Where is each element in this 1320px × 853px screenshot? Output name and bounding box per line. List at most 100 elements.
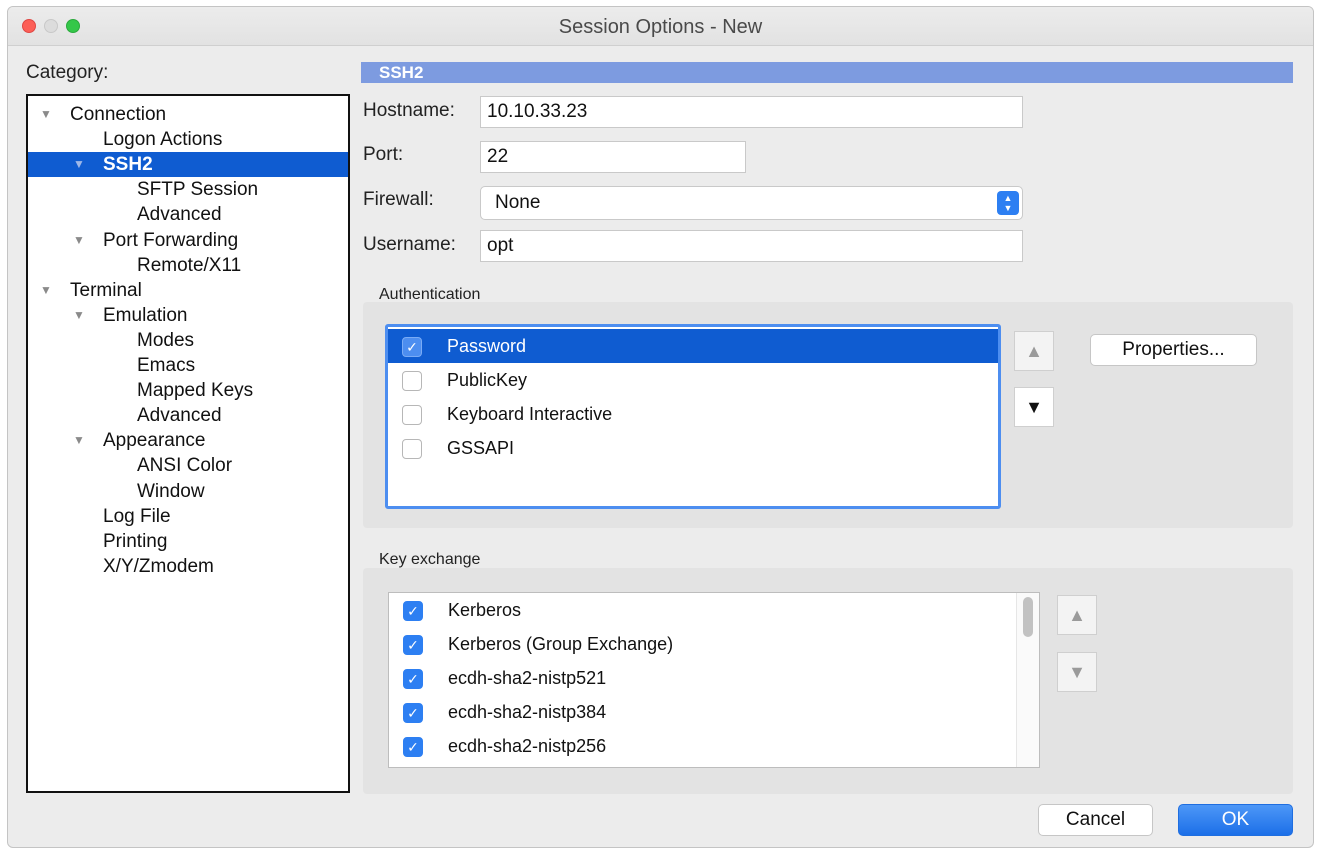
firewall-label: Firewall: [363, 189, 434, 210]
list-item[interactable]: PublicKey [388, 363, 998, 397]
category-item[interactable]: ▼ Port Forwarding [28, 228, 348, 253]
list-item-label: ecdh-sha2-nistp384 [448, 702, 607, 722]
list-item[interactable]: ✓ ecdh-sha2-nistp384 [389, 695, 1039, 729]
list-item[interactable]: ✓ Kerberos (Group Exchange) [389, 627, 1039, 661]
category-item-label: Appearance [103, 430, 206, 452]
category-item[interactable]: ▼ Connection [28, 102, 348, 127]
arrow-down-icon: ▼ [1068, 662, 1086, 682]
username-label: Username: [363, 234, 456, 255]
category-item-label: Mapped Keys [137, 380, 254, 402]
list-item-label: GSSAPI [447, 438, 515, 458]
list-item-label: Keyboard Interactive [447, 404, 613, 424]
title-bar[interactable]: Session Options - New [8, 7, 1313, 46]
category-item[interactable]: ▼ Terminal [28, 278, 348, 303]
category-item[interactable]: ANSI Color [28, 453, 348, 478]
list-item[interactable]: ✓ Password [388, 329, 998, 363]
firewall-select[interactable]: None ▲ ▼ [480, 186, 1023, 220]
category-item-label: Log File [103, 505, 171, 527]
category-item[interactable]: Logon Actions [28, 127, 348, 152]
category-item[interactable]: Advanced [28, 202, 348, 227]
category-item[interactable]: ▼ Emulation [28, 303, 348, 328]
arrow-up-icon: ▲ [1068, 605, 1086, 625]
disclosure-triangle-icon[interactable]: ▼ [40, 278, 52, 303]
category-item-label: Window [137, 480, 205, 502]
list-item-label: Password [447, 336, 527, 356]
list-item-label: Kerberos [448, 600, 522, 620]
category-item-label: Terminal [70, 279, 142, 301]
firewall-select-value: None [495, 192, 541, 213]
auth-move-up-button[interactable]: ▲ [1014, 331, 1054, 371]
authentication-list[interactable]: ✓ Password PublicKey Keyboard Interactive GS… [385, 324, 1001, 509]
category-item-label: ANSI Color [137, 455, 233, 477]
category-item[interactable]: X/Y/Zmodem [28, 554, 348, 579]
kex-move-down-button[interactable]: ▼ [1057, 652, 1097, 692]
category-item-label: SFTP Session [137, 179, 259, 201]
list-item-label: ecdh-sha2-nistp256 [448, 736, 607, 756]
checkbox[interactable]: ✓ [403, 703, 423, 723]
checkbox[interactable]: ✓ [403, 635, 423, 655]
disclosure-triangle-icon[interactable]: ▼ [73, 228, 85, 253]
section-header: SSH2 [361, 62, 1293, 83]
auth-move-down-button[interactable]: ▼ [1014, 387, 1054, 427]
category-item-label: Modes [137, 329, 195, 351]
category-item-label: Advanced [137, 204, 222, 226]
checkbox[interactable]: ✓ [403, 669, 423, 689]
category-item-label: Emulation [103, 304, 188, 326]
properties-button[interactable]: Properties... [1090, 334, 1257, 366]
category-label: Category: [26, 62, 109, 83]
hostname-label: Hostname: [363, 100, 455, 121]
session-options-window: Session Options - New Category: ▼ Connect… [7, 6, 1314, 848]
username-input[interactable]: opt [480, 230, 1023, 262]
list-item[interactable]: GSSAPI [388, 431, 998, 465]
category-item-label: Advanced [137, 405, 222, 427]
list-item[interactable]: ✓ ecdh-sha2-nistp256 [389, 729, 1039, 763]
disclosure-triangle-icon[interactable]: ▼ [73, 303, 85, 328]
list-item-label: Kerberos (Group Exchange) [448, 634, 674, 654]
category-item-label: SSH2 [103, 154, 153, 176]
category-item[interactable]: Emacs [28, 353, 348, 378]
cancel-button[interactable]: Cancel [1038, 804, 1153, 836]
list-item-label: PublicKey [447, 370, 528, 390]
list-item[interactable]: ✓ Kerberos [389, 593, 1039, 627]
port-label: Port: [363, 144, 404, 165]
category-tree[interactable]: ▼ Connection Logon Actions ▼ SSH2 SFTP Sessio… [26, 94, 350, 793]
arrow-up-icon: ▲ [1025, 341, 1043, 361]
arrow-down-icon: ▼ [1025, 397, 1043, 417]
category-item[interactable]: SFTP Session [28, 177, 348, 202]
disclosure-triangle-icon[interactable]: ▼ [73, 428, 85, 453]
category-item[interactable]: Remote/X11 [28, 253, 348, 278]
checkbox[interactable]: ✓ [403, 737, 423, 757]
category-item-label: X/Y/Zmodem [103, 555, 214, 577]
category-item-label: Port Forwarding [103, 229, 239, 251]
category-item[interactable]: Log File [28, 504, 348, 529]
checkbox[interactable] [402, 439, 422, 459]
category-item-label: Printing [103, 530, 168, 552]
category-item-label: Emacs [137, 355, 196, 376]
key-exchange-group-label: Key exchange [379, 551, 481, 568]
select-stepper-icon: ▲ ▼ [997, 191, 1019, 215]
checkbox[interactable] [402, 405, 422, 425]
category-item[interactable]: Modes [28, 328, 348, 353]
port-input[interactable]: 22 [480, 141, 746, 173]
list-item[interactable]: Keyboard Interactive [388, 397, 998, 431]
category-item[interactable]: Printing [28, 529, 348, 554]
ok-button[interactable]: OK [1178, 804, 1293, 836]
window-title: Session Options - New [558, 16, 763, 38]
hostname-input[interactable]: 10.10.33.23 [480, 96, 1023, 128]
disclosure-triangle-icon[interactable]: ▼ [40, 102, 52, 127]
category-item[interactable]: ▼ SSH2 [28, 152, 348, 178]
category-item-label: Connection [70, 104, 167, 125]
category-item[interactable]: Mapped Keys [28, 378, 348, 403]
key-exchange-list[interactable]: ✓ Kerberos ✓ Kerberos (Group Exchange) ✓ ecdh… [388, 592, 1040, 768]
checkbox[interactable]: ✓ [403, 601, 423, 621]
category-item[interactable]: Advanced [28, 403, 348, 428]
category-item[interactable]: Window [28, 479, 348, 504]
checkbox[interactable] [402, 371, 422, 391]
category-item-label: Logon Actions [103, 129, 223, 151]
checkbox[interactable]: ✓ [402, 337, 422, 357]
list-item[interactable]: ✓ ecdh-sha2-nistp521 [389, 661, 1039, 695]
kex-move-up-button[interactable]: ▲ [1057, 595, 1097, 635]
category-item-label: Remote/X11 [137, 254, 242, 276]
disclosure-triangle-icon[interactable]: ▼ [73, 152, 85, 177]
category-item[interactable]: ▼ Appearance [28, 428, 348, 453]
